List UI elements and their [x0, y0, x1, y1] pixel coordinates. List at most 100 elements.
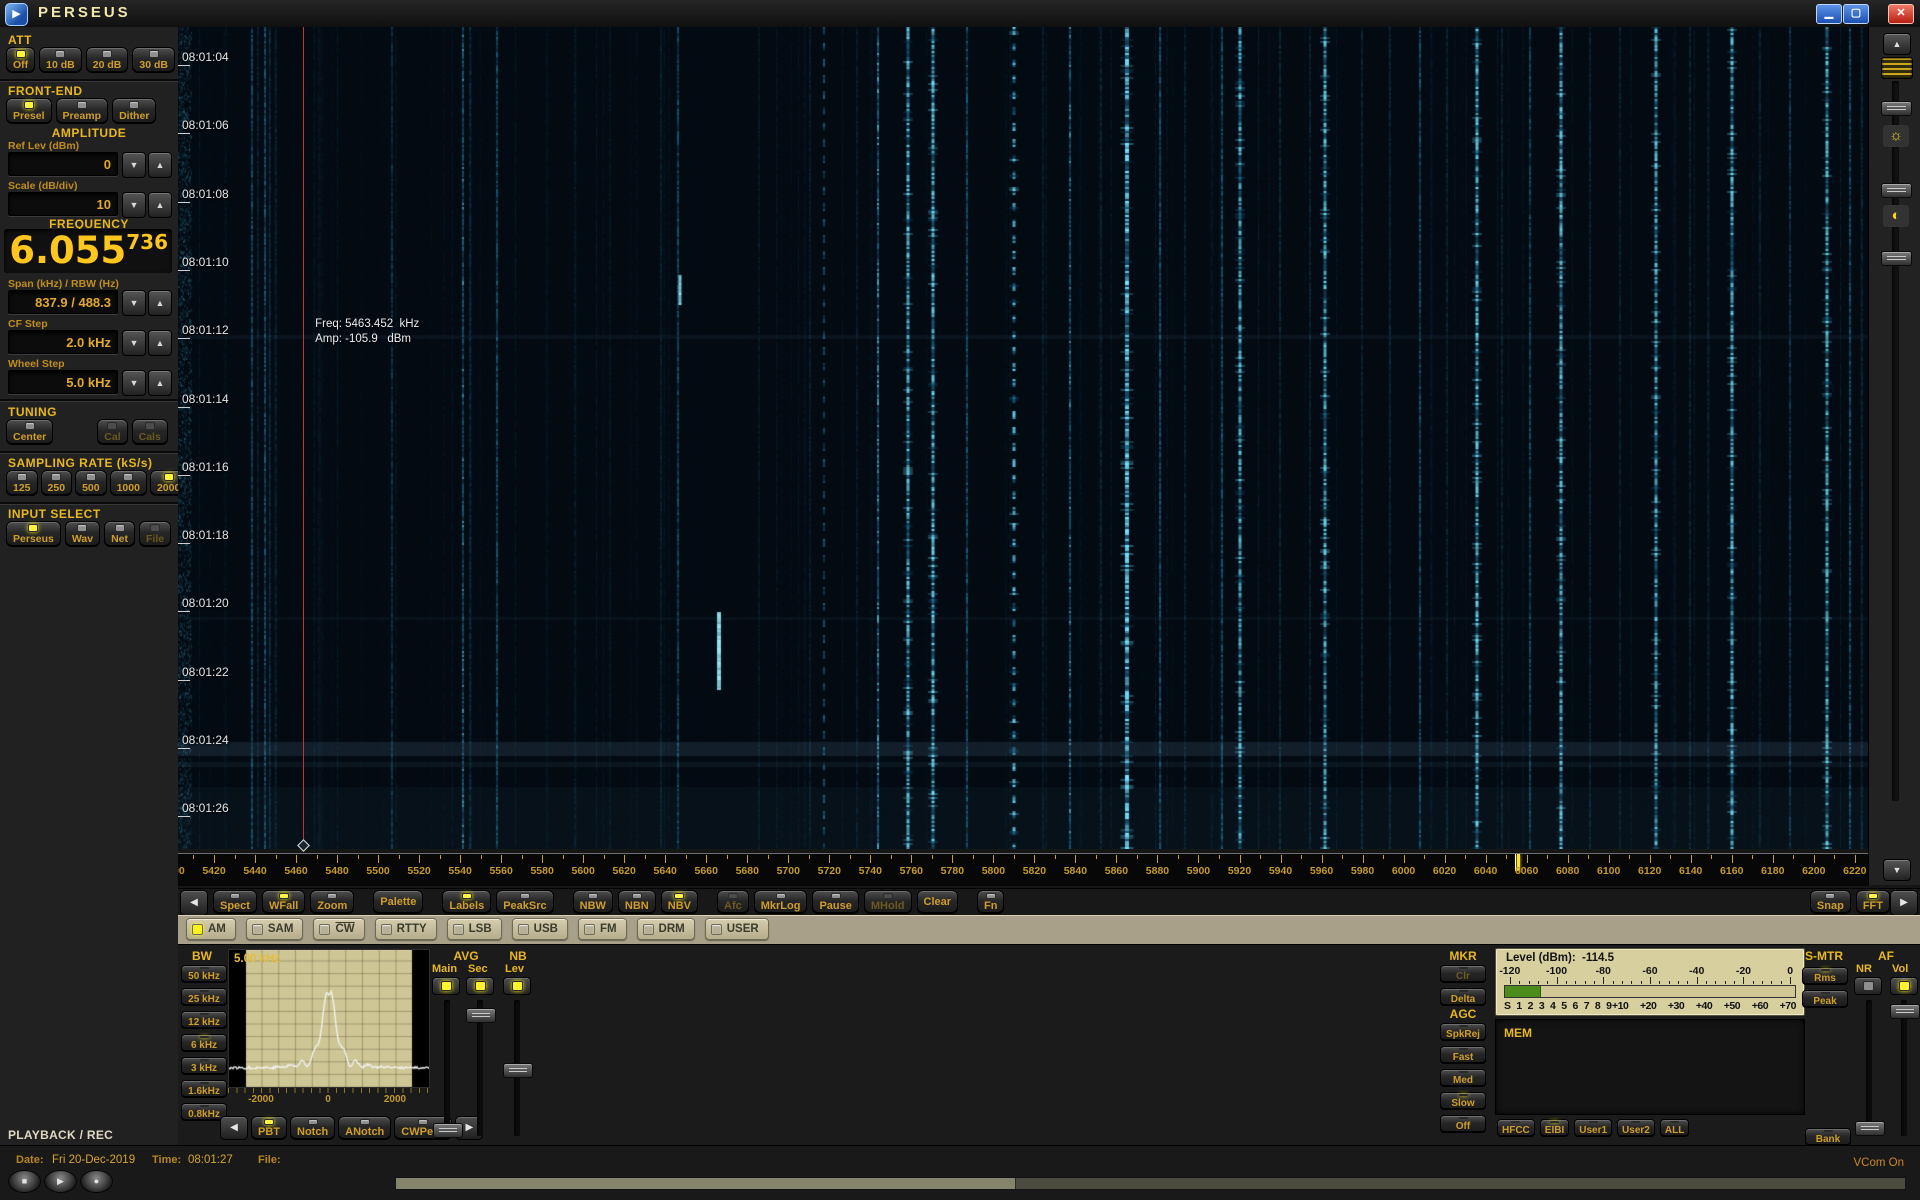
scroll-up-button[interactable]: ▲ — [1883, 33, 1911, 55]
bank-button[interactable]: Bank — [1805, 1128, 1851, 1146]
wfall-button[interactable]: WFall — [262, 890, 305, 914]
brightness-slider-handle[interactable] — [1881, 183, 1912, 198]
clear-button[interactable]: Clear — [917, 890, 959, 914]
nr-enable-button[interactable] — [1854, 977, 1882, 995]
contrast-slider-handle[interactable] — [1881, 251, 1912, 266]
dither-button[interactable]: Dither — [112, 98, 156, 124]
pbt-button[interactable]: PBT — [251, 1116, 287, 1140]
off-button[interactable]: Off — [1440, 1115, 1486, 1133]
usb-button[interactable]: USB — [512, 918, 568, 940]
user-button[interactable]: USER — [705, 918, 769, 940]
wav-button[interactable]: Wav — [65, 521, 100, 547]
record-button[interactable]: ● — [80, 1170, 113, 1193]
avg-main-slider[interactable] — [432, 1000, 462, 1136]
span-up-button[interactable]: ▲ — [148, 290, 172, 316]
notch-button[interactable]: Notch — [290, 1116, 335, 1140]
waterfall-canvas[interactable] — [178, 27, 1868, 849]
palette-button[interactable]: Palette — [373, 890, 423, 914]
waterfall-scroll-thumb[interactable] — [1881, 57, 1913, 79]
volume-slider[interactable] — [1889, 1000, 1919, 1136]
pause-button[interactable]: Pause — [812, 890, 858, 914]
maximize-icon[interactable]: ▢ — [1843, 4, 1869, 24]
stop-button[interactable]: ■ — [8, 1170, 41, 1193]
frequency-axis[interactable]: 5400542054405460548055005520554055605580… — [178, 853, 1868, 886]
fast-button[interactable]: Fast — [1440, 1046, 1486, 1064]
nbw-button[interactable]: NBW — [573, 890, 613, 914]
span-rbw-value[interactable]: 837.9 / 488.3 — [8, 290, 118, 314]
500-button[interactable]: 500 — [75, 470, 107, 496]
off-button[interactable]: Off — [6, 47, 35, 73]
speed-slider-handle[interactable] — [1881, 101, 1912, 116]
1-6khz-button[interactable]: 1.6kHz — [181, 1080, 227, 1098]
cf-step-down-button[interactable]: ▼ — [122, 330, 146, 356]
perseus-button[interactable]: Perseus — [6, 521, 61, 547]
avg-main-enable-button[interactable] — [432, 977, 460, 995]
wheel-step-up-button[interactable]: ▲ — [148, 370, 172, 396]
3-khz-button[interactable]: 3 kHz — [181, 1057, 227, 1075]
filter-passband-plot[interactable] — [228, 949, 430, 1088]
preamp-button[interactable]: Preamp — [56, 98, 109, 124]
waterfall-display[interactable]: 08:01:0408:01:0608:01:0808:01:1008:01:12… — [178, 27, 1868, 849]
cw-button[interactable]: CW — [313, 918, 364, 940]
1000-button[interactable]: 1000 — [110, 470, 147, 496]
rtty-button[interactable]: RTTY — [375, 918, 437, 940]
avg-main-slider-handle[interactable] — [433, 1123, 463, 1138]
scroll-down-button[interactable]: ▼ — [1883, 859, 1911, 881]
close-icon[interactable]: ✕ — [1888, 4, 1914, 24]
nbv-button[interactable]: NBV — [661, 890, 698, 914]
eibi-button[interactable]: EIBI — [1540, 1119, 1569, 1137]
presel-button[interactable]: Presel — [6, 98, 52, 124]
am-button[interactable]: AM — [186, 918, 236, 940]
nb-level-slider[interactable] — [502, 1000, 532, 1136]
playback-position-bar[interactable] — [395, 1177, 1906, 1190]
toolbar-scroll-right-icon[interactable]: ▶ — [1890, 890, 1918, 916]
peak-button[interactable]: Peak — [1802, 990, 1848, 1008]
user1-button[interactable]: User1 — [1574, 1119, 1612, 1137]
25-khz-button[interactable]: 25 kHz — [181, 988, 227, 1006]
volume-slider-handle[interactable] — [1890, 1004, 1920, 1019]
250-button[interactable]: 250 — [41, 470, 73, 496]
toolbar-scroll-left-icon[interactable]: ◀ — [180, 890, 208, 916]
zoom-button[interactable]: Zoom — [310, 890, 354, 914]
ref-lev-down-button[interactable]: ▼ — [122, 152, 146, 178]
avg-sec-slider-handle[interactable] — [466, 1008, 496, 1023]
hfcc-button[interactable]: HFCC — [1497, 1119, 1535, 1137]
scale-up-button[interactable]: ▲ — [148, 192, 172, 218]
peaksrc-button[interactable]: PeakSrc — [496, 890, 553, 914]
wheel-step-down-button[interactable]: ▼ — [122, 370, 146, 396]
filter-scroll-left-icon[interactable]: ◀ — [220, 1116, 248, 1140]
20-db-button[interactable]: 20 dB — [86, 47, 129, 73]
memory-list-box[interactable]: MEM — [1495, 1019, 1805, 1115]
spkrej-button[interactable]: SpkRej — [1440, 1023, 1486, 1041]
center-button[interactable]: Center — [6, 419, 53, 445]
vol-enable-button[interactable] — [1890, 977, 1918, 995]
nb-level-slider-handle[interactable] — [503, 1063, 533, 1078]
minimize-icon[interactable]: ▁ — [1816, 4, 1842, 24]
avg-sec-enable-button[interactable] — [466, 977, 494, 995]
frequency-display[interactable]: 6.055736 — [4, 229, 172, 273]
50-khz-button[interactable]: 50 kHz — [181, 965, 227, 983]
125-button[interactable]: 125 — [6, 470, 38, 496]
rms-button[interactable]: Rms — [1802, 967, 1848, 985]
span-down-button[interactable]: ▼ — [122, 290, 146, 316]
fn-button[interactable]: Fn — [977, 890, 1004, 914]
30-db-button[interactable]: 30 dB — [132, 47, 175, 73]
user2-button[interactable]: User2 — [1617, 1119, 1655, 1137]
nr-slider-handle[interactable] — [1855, 1121, 1885, 1136]
lsb-button[interactable]: LSB — [447, 918, 502, 940]
scale-down-button[interactable]: ▼ — [122, 192, 146, 218]
ref-lev-value[interactable]: 0 — [8, 152, 118, 176]
net-button[interactable]: Net — [104, 521, 135, 547]
med-button[interactable]: Med — [1440, 1069, 1486, 1087]
anotch-button[interactable]: ANotch — [338, 1116, 391, 1140]
labels-button[interactable]: Labels — [442, 890, 491, 914]
ref-lev-up-button[interactable]: ▲ — [148, 152, 172, 178]
snap-button[interactable]: Snap — [1810, 890, 1851, 914]
12-khz-button[interactable]: 12 kHz — [181, 1011, 227, 1029]
cf-step-value[interactable]: 2.0 kHz — [8, 330, 118, 354]
nbn-button[interactable]: NBN — [618, 890, 656, 914]
fm-button[interactable]: FM — [578, 918, 627, 940]
fft-button[interactable]: FFT — [1856, 890, 1890, 914]
nb-enable-button[interactable] — [503, 977, 531, 995]
play-button[interactable]: ▶ — [44, 1170, 77, 1193]
